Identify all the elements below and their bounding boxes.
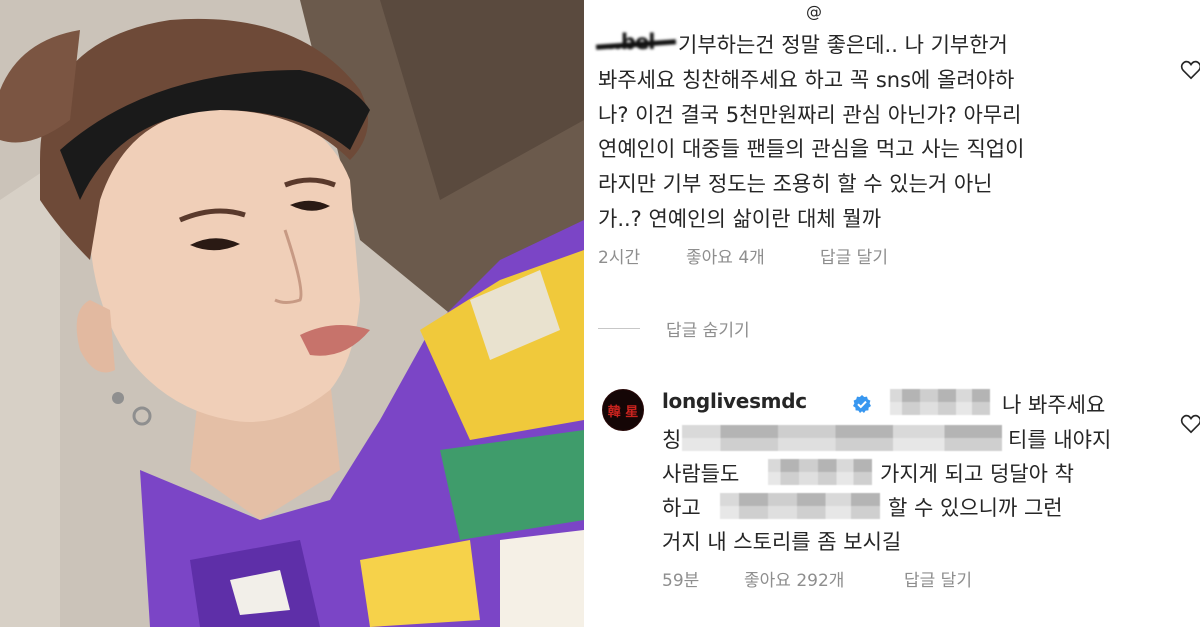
- comment2-timestamp: 59분: [662, 571, 700, 591]
- comment1-text: 기부하는건 정말 좋은데.. 나 기부한거 봐주세요 칭찬해주세요 하고 꼭 s…: [598, 28, 1138, 237]
- redacted-text: [682, 425, 1002, 451]
- redacted-text: [768, 459, 872, 485]
- comment1-line: 연예인이 대중들 팬들의 관심을 먹고 사는 직업이: [598, 137, 1025, 162]
- comment2-line3-head: 사람들도: [662, 462, 740, 486]
- comment2-reply-button[interactable]: 답글 달기: [904, 566, 972, 591]
- heart-icon[interactable]: [1180, 414, 1200, 434]
- comment1-line: 봐주세요 칭찬해주세요 하고 꼭 sns에 올려야하: [598, 67, 1015, 92]
- avatar-text: 韓 星: [607, 404, 639, 420]
- comment1-likes-link[interactable]: 좋아요 4개: [686, 243, 820, 268]
- comment1-reply-button[interactable]: 답글 달기: [820, 243, 888, 268]
- comment2-line3-tail: 가지게 되고 덩달아 착: [880, 462, 1074, 486]
- comment2-line4-tail: 할 수 있으니까 그런: [888, 496, 1063, 520]
- comment2-meta: 59분 좋아요 292개 답글 달기: [662, 566, 972, 591]
- comment-thread: ...bel 기부하는건 정말 좋은데.. 나 기부한거 봐주세요 칭찬해주세요…: [588, 0, 1200, 627]
- mention-prefix: @: [806, 2, 822, 21]
- comment2-line5: 거지 내 스토리를 좀 보시길: [662, 530, 902, 554]
- avatar[interactable]: 韓 星: [602, 389, 644, 431]
- redacted-mention: [890, 389, 990, 415]
- comment1-line: 라지만 기부 정도는 조용히 할 수 있는거 아닌: [598, 172, 993, 197]
- comment2-line2-head: 칭: [662, 428, 682, 452]
- comment1-line: 가..? 연예인의 삶이란 대체 뭘까: [598, 206, 882, 231]
- comment1-meta: 2시간 좋아요 4개 답글 달기: [598, 243, 888, 268]
- verified-badge-icon: [853, 395, 871, 413]
- comment1-timestamp: 2시간: [598, 248, 641, 268]
- hide-replies-label: 답글 숨기기: [666, 321, 750, 341]
- comment2-line2-tail: 티를 내야지: [1008, 428, 1112, 452]
- comment1-line: 기부하는건 정말 좋은데.. 나 기부한거: [678, 33, 1008, 57]
- hide-replies-line: [598, 328, 640, 329]
- comment1-line: 나? 이건 결국 5천만원짜리 관심 아닌가? 아무리: [598, 102, 1022, 127]
- redacted-text: [720, 493, 880, 519]
- selfie-illustration: [0, 0, 584, 627]
- comment2-line4-head: 하고: [662, 496, 701, 520]
- selfie-photo: [0, 0, 584, 627]
- comment2-username[interactable]: longlivesmdc: [662, 389, 807, 413]
- comment2-line1-text: 나 봐주세요: [1002, 393, 1106, 417]
- comment2-likes-link[interactable]: 좋아요 292개: [744, 566, 904, 591]
- heart-icon[interactable]: [1180, 60, 1200, 80]
- hide-replies-toggle[interactable]: 답글 숨기기: [598, 316, 750, 341]
